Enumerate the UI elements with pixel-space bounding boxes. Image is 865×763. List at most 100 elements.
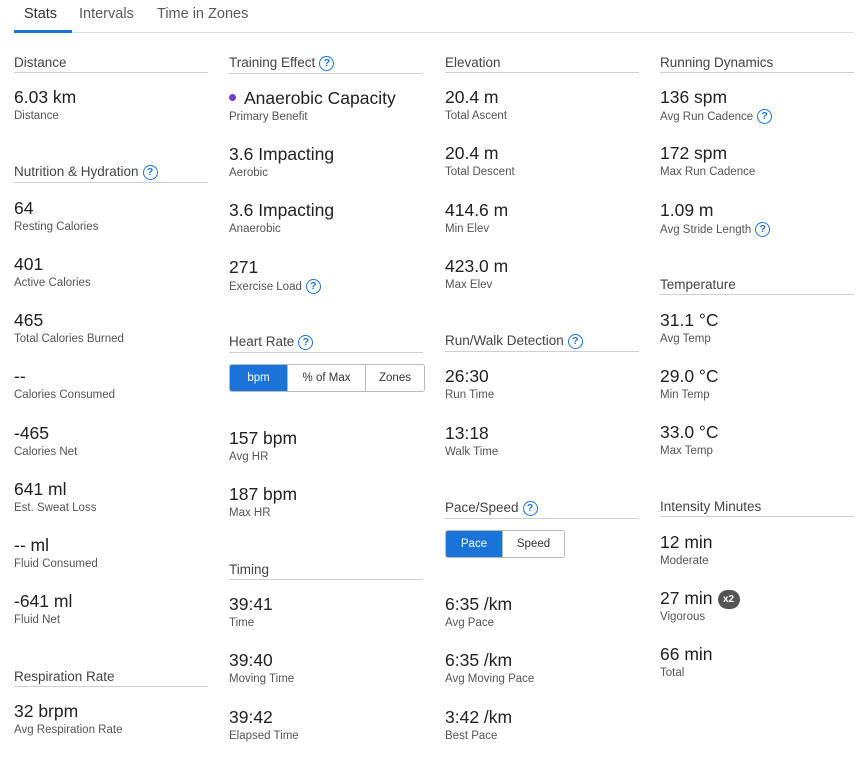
stat-resting-calories: 64 Resting Calories bbox=[14, 197, 214, 234]
stat-label: Min Temp bbox=[660, 389, 710, 401]
section-title-distance: Distance bbox=[14, 55, 208, 73]
section-title-text: Run/Walk Detection bbox=[445, 333, 564, 348]
stat-value: -- ml bbox=[14, 535, 49, 555]
help-icon[interactable]: ? bbox=[142, 165, 158, 180]
stat-value: 29.0 °C bbox=[660, 366, 719, 386]
stat-value: 6.03 km bbox=[14, 87, 77, 107]
hr-bpm-button[interactable]: bpm bbox=[230, 365, 287, 391]
stat-fluid-consumed: -- ml Fluid Consumed bbox=[14, 534, 214, 571]
section-title-respiration: Respiration Rate bbox=[14, 669, 208, 687]
pace-button[interactable]: Pace bbox=[446, 531, 502, 557]
stat-distance: 6.03 km Distance bbox=[14, 86, 214, 123]
section-title-text: Pace/Speed bbox=[445, 500, 519, 515]
stat-calories-net: -465 Calories Net bbox=[14, 422, 214, 459]
stat-label: Elapsed Time bbox=[229, 730, 299, 742]
help-icon[interactable]: ? bbox=[567, 334, 583, 349]
help-icon[interactable]: ? bbox=[522, 501, 538, 516]
help-icon[interactable]: ? bbox=[298, 335, 314, 350]
section-title-elevation: Elevation bbox=[445, 55, 639, 73]
stat-value: 6:35 /km bbox=[445, 650, 513, 670]
stat-label: Primary Benefit bbox=[229, 111, 308, 123]
tab-time-in-zones[interactable]: Time in Zones bbox=[157, 6, 248, 22]
tab-intervals[interactable]: Intervals bbox=[79, 6, 134, 22]
stat-value: -- bbox=[14, 366, 26, 386]
stat-label: Time bbox=[229, 617, 255, 629]
stat-label: Anaerobic bbox=[229, 223, 281, 235]
stat-value: Anaerobic Capacity bbox=[244, 88, 396, 108]
stat-value: 6:35 /km bbox=[445, 594, 513, 614]
hr-percent-max-button[interactable]: % of Max bbox=[287, 365, 365, 391]
stat-label: Resting Calories bbox=[14, 221, 99, 233]
stat-label: Moderate bbox=[660, 555, 709, 567]
stat-label: Fluid Net bbox=[14, 614, 61, 626]
section-title-text: Nutrition & Hydration bbox=[14, 164, 139, 179]
help-icon[interactable]: ? bbox=[319, 56, 335, 71]
section-title-text: Training Effect bbox=[229, 55, 316, 70]
stat-label: Avg Moving Pace bbox=[445, 673, 535, 685]
stat-value: 187 bpm bbox=[229, 484, 298, 504]
stat-walk-time: 13:18 Walk Time bbox=[445, 422, 645, 459]
stat-value: 1.09 m bbox=[660, 200, 714, 220]
stat-label: Calories Net bbox=[14, 446, 78, 458]
stat-label: Max Elev bbox=[445, 279, 493, 291]
stat-label: Est. Sweat Loss bbox=[14, 502, 97, 514]
stat-value: 66 min bbox=[660, 644, 713, 664]
stat-value: 157 bpm bbox=[229, 428, 298, 448]
stat-value: 20.4 m bbox=[445, 143, 499, 163]
stat-value: 3.6 Impacting bbox=[229, 200, 335, 220]
stat-label: Moving Time bbox=[229, 673, 295, 685]
stat-total-minutes: 66 min Total bbox=[660, 643, 860, 680]
stat-moderate-minutes: 12 min Moderate bbox=[660, 531, 860, 568]
section-title-intensity-minutes: Intensity Minutes bbox=[660, 499, 854, 517]
stat-value: -641 ml bbox=[14, 591, 73, 611]
stat-label: Vigorous bbox=[660, 611, 706, 623]
stat-exercise-load: 271 Exercise Load? bbox=[229, 256, 429, 294]
stat-value: 641 ml bbox=[14, 479, 67, 499]
stat-value: 136 spm bbox=[660, 87, 728, 107]
stat-value: 39:41 bbox=[229, 594, 273, 614]
stat-label: Avg Respiration Rate bbox=[14, 724, 123, 736]
stat-label: Exercise Load bbox=[229, 281, 302, 293]
stat-label: Max Run Cadence bbox=[660, 166, 756, 178]
stat-active-calories: 401 Active Calories bbox=[14, 253, 214, 290]
stat-moving-time: 39:40 Moving Time bbox=[229, 649, 429, 686]
stat-value: 12 min bbox=[660, 532, 713, 552]
primary-benefit-dot-icon bbox=[229, 94, 236, 101]
stat-label: Active Calories bbox=[14, 277, 91, 289]
stat-value: 3.6 Impacting bbox=[229, 144, 335, 164]
help-icon[interactable]: ? bbox=[757, 109, 773, 124]
stat-best-pace: 3:42 /km Best Pace bbox=[445, 706, 645, 743]
stat-aerobic: 3.6 Impacting Aerobic bbox=[229, 143, 429, 180]
section-title-timing: Timing bbox=[229, 562, 423, 580]
stat-avg-respiration: 32 brpm Avg Respiration Rate bbox=[14, 700, 214, 737]
speed-button[interactable]: Speed bbox=[502, 531, 564, 557]
tab-stats[interactable]: Stats bbox=[24, 6, 57, 22]
stat-avg-moving-pace: 6:35 /km Avg Moving Pace bbox=[445, 649, 645, 686]
hr-zones-button[interactable]: Zones bbox=[365, 365, 424, 391]
active-tab-indicator bbox=[14, 30, 72, 33]
section-title-text: Heart Rate bbox=[229, 334, 295, 349]
stat-avg-run-cadence: 136 spm Avg Run Cadence? bbox=[660, 86, 860, 124]
help-icon[interactable]: ? bbox=[305, 279, 321, 294]
stat-label: Fluid Consumed bbox=[14, 558, 98, 570]
stat-anaerobic: 3.6 Impacting Anaerobic bbox=[229, 199, 429, 236]
stat-label: Avg HR bbox=[229, 451, 269, 463]
stat-value: 3:42 /km bbox=[445, 707, 513, 727]
stat-label: Calories Consumed bbox=[14, 389, 115, 401]
stat-primary-benefit: Anaerobic Capacity Primary Benefit bbox=[229, 87, 429, 124]
stat-label: Min Elev bbox=[445, 223, 490, 235]
stat-max-elev: 423.0 m Max Elev bbox=[445, 255, 645, 292]
stat-value: 414.6 m bbox=[445, 200, 509, 220]
section-title-run-walk: Run/Walk Detection? bbox=[445, 333, 639, 352]
stat-value: 20.4 m bbox=[445, 87, 499, 107]
stat-label: Total Ascent bbox=[445, 110, 508, 122]
stat-value: 401 bbox=[14, 254, 44, 274]
section-title-pace-speed: Pace/Speed? bbox=[445, 500, 639, 519]
stat-calories-consumed: -- Calories Consumed bbox=[14, 365, 214, 402]
stat-value: 27 min bbox=[660, 588, 713, 608]
stat-total-calories: 465 Total Calories Burned bbox=[14, 309, 214, 346]
stat-value: 39:42 bbox=[229, 707, 273, 727]
stat-value: 64 bbox=[14, 198, 34, 218]
stat-value: 172 spm bbox=[660, 143, 728, 163]
help-icon[interactable]: ? bbox=[755, 222, 771, 237]
